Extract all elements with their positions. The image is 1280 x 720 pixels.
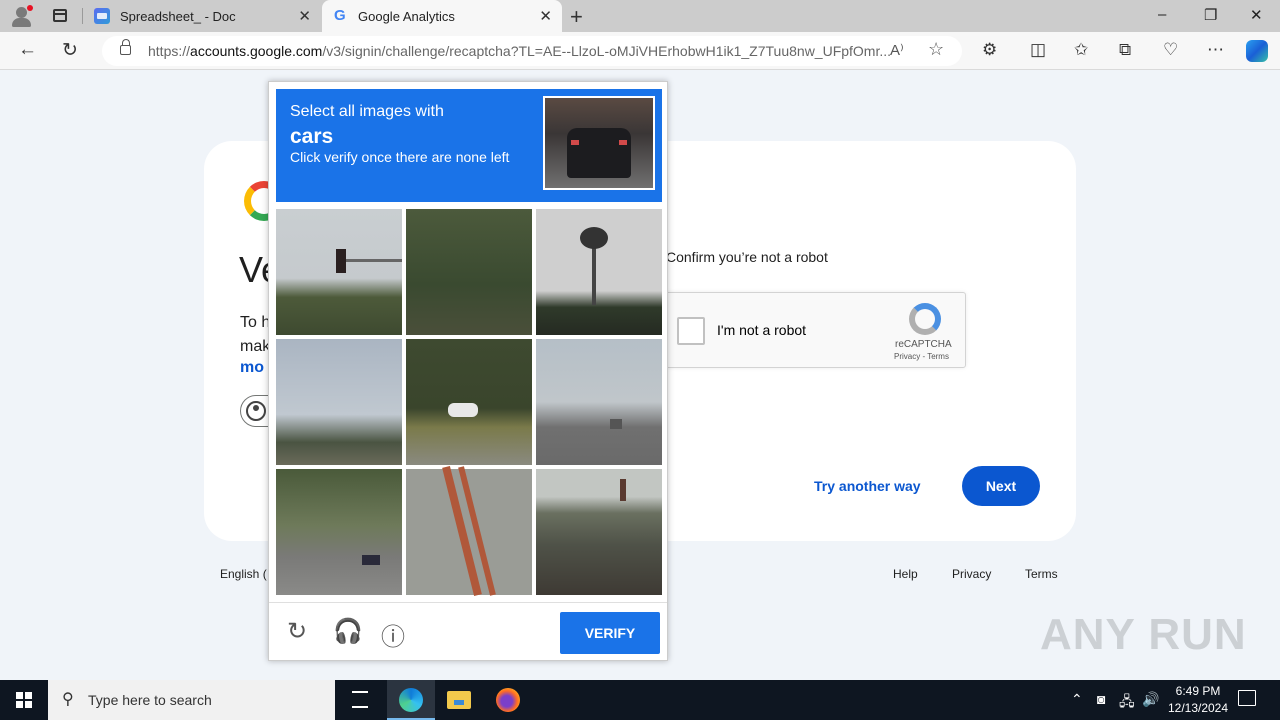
- browser-toolbar: ← ↻ https://accounts.google.com/v3/signi…: [0, 32, 1280, 70]
- tab-label: Google Analytics: [358, 9, 455, 24]
- taskbar-firefox[interactable]: [484, 680, 532, 720]
- next-button[interactable]: Next: [962, 466, 1040, 506]
- search-placeholder: Type here to search: [88, 692, 212, 708]
- challenge-tile[interactable]: [536, 209, 662, 335]
- task-view-icon[interactable]: [352, 691, 368, 708]
- refresh-icon[interactable]: ↻: [62, 39, 78, 62]
- windows-start-icon[interactable]: [16, 692, 32, 708]
- challenge-footer: ↻ 🎧 ⓘ VERIFY: [269, 602, 667, 660]
- folder-icon: [447, 691, 471, 709]
- extensions-icon[interactable]: ⚙: [982, 40, 997, 60]
- challenge-tile[interactable]: [536, 469, 662, 595]
- windows-taskbar: ⚲ Type here to search ⌃ ◙ 🖧 🔊 6:49 PM 12/…: [0, 680, 1280, 720]
- browser-essentials-icon[interactable]: ♡: [1163, 40, 1178, 60]
- address-bar[interactable]: https://accounts.google.com/v3/signin/ch…: [102, 36, 962, 66]
- browser-tab-strip: Spreadsheet_ - Doc ✕ G Google Analytics …: [0, 0, 1280, 32]
- firefox-icon: [496, 688, 520, 712]
- recaptcha-label: I'm not a robot: [717, 322, 807, 338]
- lock-icon[interactable]: [120, 39, 131, 55]
- challenge-tile[interactable]: [406, 465, 532, 597]
- learn-more-link[interactable]: mo: [240, 359, 264, 377]
- close-tab-icon[interactable]: ✕: [298, 7, 311, 25]
- back-arrow-icon[interactable]: ←: [18, 39, 37, 61]
- new-tab-plus-icon[interactable]: +: [570, 4, 583, 30]
- audio-headphones-icon[interactable]: 🎧: [333, 617, 363, 646]
- volume-icon[interactable]: 🔊: [1142, 691, 1159, 708]
- description-text: To h mak: [240, 314, 270, 355]
- confirm-robot-text: Confirm you’re not a robot: [666, 249, 828, 265]
- restore-icon[interactable]: ❐: [1204, 6, 1217, 24]
- more-icon[interactable]: ⋯: [1207, 40, 1224, 60]
- show-hidden-icons-chevron-icon[interactable]: ⌃: [1071, 691, 1083, 708]
- try-another-way-button[interactable]: Try another way: [814, 478, 921, 494]
- recaptcha-challenge-dialog: Select all images with cars Click verify…: [268, 81, 668, 661]
- collections-icon[interactable]: ⧉: [1119, 40, 1131, 60]
- challenge-instruction: Select all images with: [290, 103, 444, 120]
- challenge-target: cars: [290, 125, 334, 148]
- close-tab-icon[interactable]: ✕: [539, 7, 552, 25]
- google-favicon-icon: G: [334, 7, 346, 24]
- challenge-image-grid: [276, 209, 662, 597]
- url-text[interactable]: https://accounts.google.com/v3/signin/ch…: [148, 43, 891, 59]
- network-icon[interactable]: 🖧: [1119, 691, 1135, 715]
- taskbar-clock[interactable]: 6:49 PM 12/13/2024: [1160, 683, 1236, 717]
- challenge-header: Select all images with cars Click verify…: [276, 89, 662, 202]
- challenge-tile[interactable]: [276, 469, 402, 595]
- footer-privacy-link[interactable]: Privacy: [952, 567, 991, 581]
- taskbar-search-box[interactable]: ⚲ Type here to search: [48, 680, 335, 720]
- challenge-subinstruction: Click verify once there are none left: [290, 149, 510, 165]
- tab-google-analytics[interactable]: G Google Analytics ✕: [322, 0, 562, 32]
- anyrun-watermark: ANY RUN: [1040, 610, 1247, 659]
- minimize-icon[interactable]: –: [1158, 6, 1166, 23]
- copilot-icon[interactable]: [1246, 40, 1268, 62]
- profile-avatar-icon[interactable]: [10, 5, 34, 27]
- search-icon: ⚲: [62, 691, 74, 708]
- footer-help-link[interactable]: Help: [893, 567, 918, 581]
- tab-spreadsheet[interactable]: Spreadsheet_ - Doc ✕: [84, 0, 321, 32]
- challenge-tile[interactable]: [536, 339, 662, 465]
- reload-icon[interactable]: ↻: [287, 617, 307, 646]
- close-window-icon[interactable]: ✕: [1250, 6, 1263, 24]
- footer-terms-link[interactable]: Terms: [1025, 567, 1058, 581]
- taskbar-file-explorer[interactable]: [435, 680, 483, 720]
- recaptcha-checkbox[interactable]: [677, 317, 705, 345]
- taskbar-edge[interactable]: [387, 680, 435, 720]
- language-selector[interactable]: English (: [220, 567, 267, 581]
- challenge-tile[interactable]: [276, 339, 402, 465]
- recaptcha-logo-icon: [909, 303, 941, 335]
- spreadsheet-favicon-icon: [94, 8, 110, 24]
- favorite-star-icon[interactable]: ☆: [928, 39, 944, 60]
- info-icon[interactable]: ⓘ: [381, 617, 405, 652]
- challenge-tile[interactable]: [406, 339, 532, 465]
- notifications-icon[interactable]: [1238, 690, 1256, 706]
- meet-now-icon[interactable]: ◙: [1097, 691, 1105, 707]
- split-screen-icon[interactable]: ◫: [1030, 40, 1046, 60]
- challenge-sample-image: [543, 96, 655, 190]
- tab-separator: [82, 8, 83, 24]
- challenge-tile[interactable]: [406, 209, 532, 335]
- read-aloud-icon[interactable]: A⁾: [890, 41, 904, 59]
- edge-icon: [399, 688, 423, 712]
- account-circle-icon: [246, 401, 266, 421]
- favorites-icon[interactable]: ✩: [1074, 40, 1088, 60]
- tab-label: Spreadsheet_ - Doc: [120, 9, 236, 24]
- recaptcha-widget: I'm not a robot reCAPTCHA Privacy - Term…: [664, 292, 966, 368]
- tab-actions-icon[interactable]: [53, 9, 67, 22]
- verify-button[interactable]: VERIFY: [560, 612, 660, 654]
- challenge-tile[interactable]: [276, 209, 402, 335]
- recaptcha-brand: reCAPTCHA: [895, 339, 952, 350]
- recaptcha-privacy-terms-links[interactable]: Privacy - Terms: [894, 352, 949, 361]
